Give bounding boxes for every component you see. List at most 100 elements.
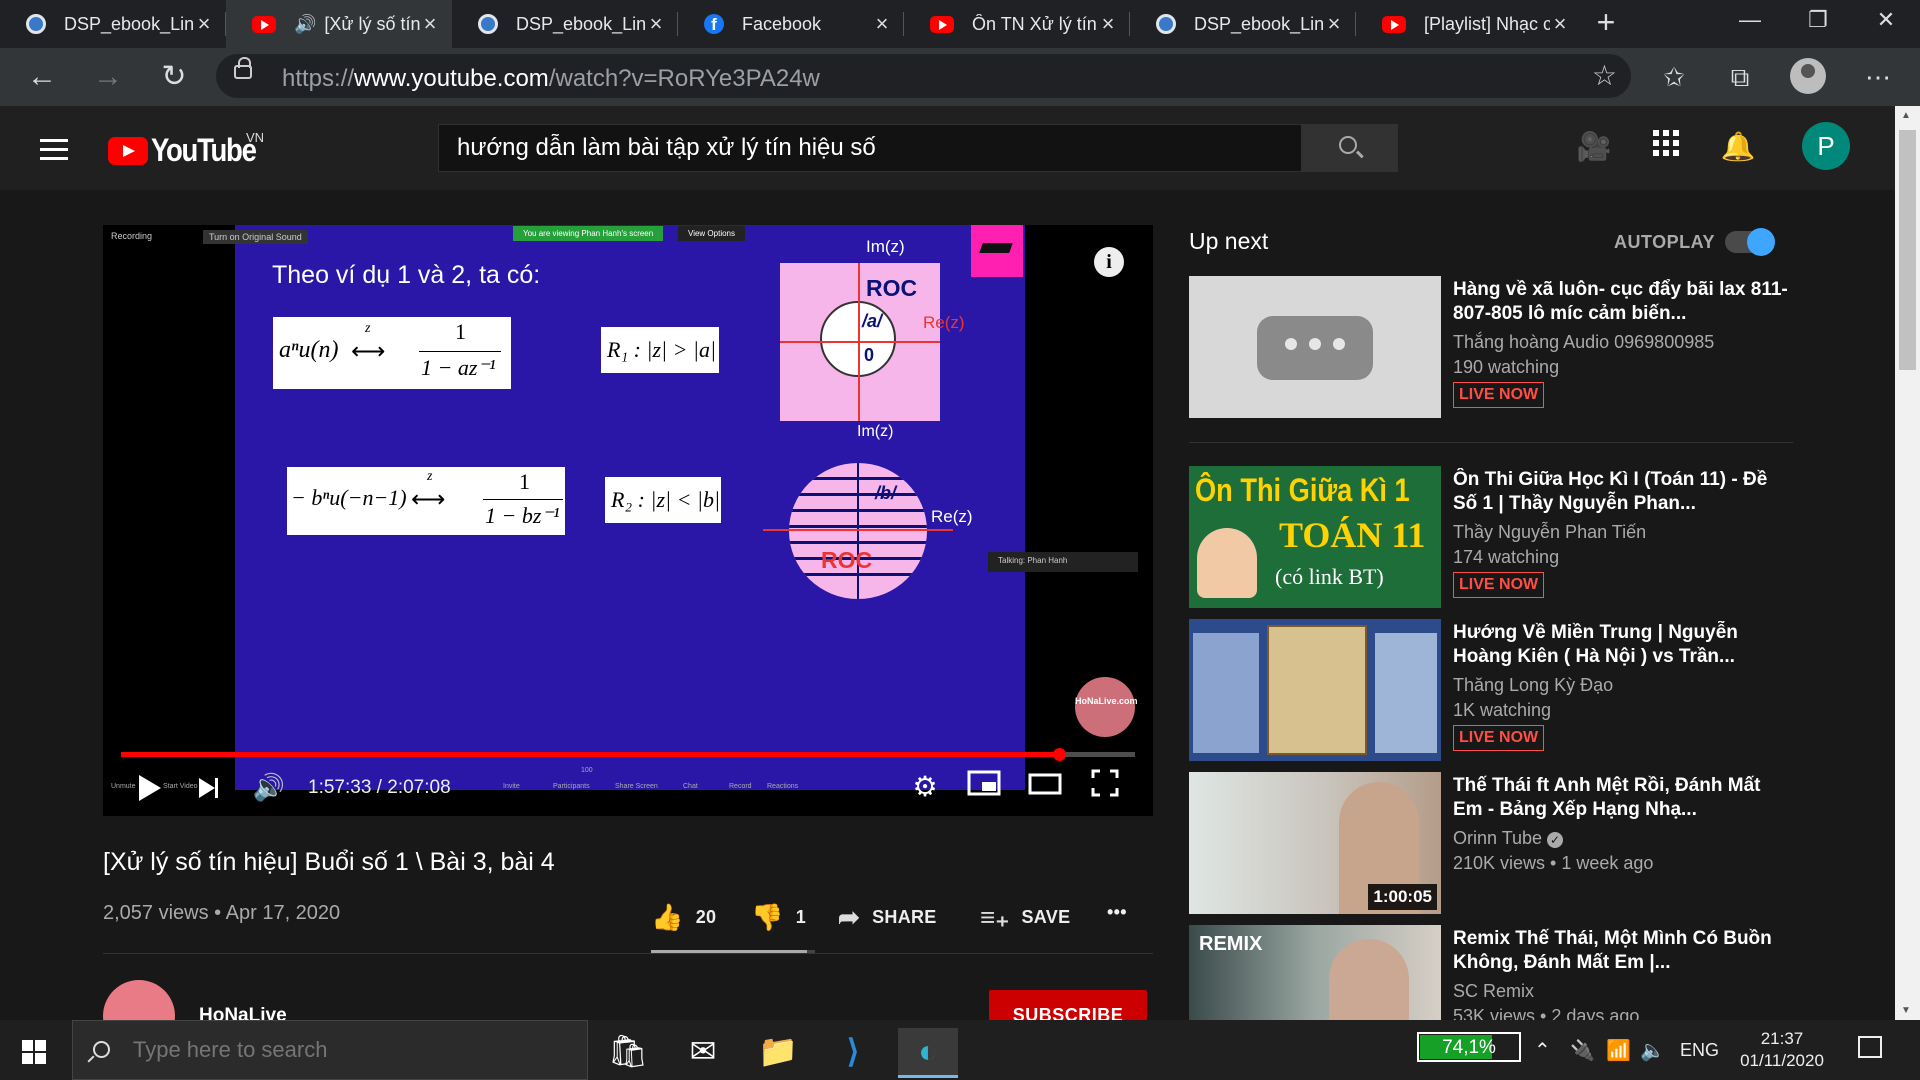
theater-mode-icon[interactable] [1027,769,1063,805]
settings-gear-icon[interactable]: ⚙ [907,769,943,805]
formula-lhs: − bⁿu(−n−1) [291,485,407,510]
tab-title: [Playlist] Nhạc chill [1424,13,1550,34]
close-icon[interactable]: × [646,11,666,37]
save-button[interactable]: ≡₊ SAVE [980,902,1070,933]
share-arrow-icon: ➦ [838,902,861,932]
language-indicator[interactable]: ENG [1680,1040,1719,1061]
scrubber-handle[interactable] [1052,748,1066,761]
scroll-down-arrow-icon[interactable]: ▼ [1901,1005,1911,1016]
scroll-up-arrow-icon[interactable]: ▲ [1901,110,1911,121]
action-center-icon[interactable] [1858,1036,1882,1058]
progress-bar[interactable] [121,748,1135,761]
channel-name[interactable]: SC Remix [1453,981,1793,1002]
zoom-footer-label: Unmute [111,783,136,790]
channel-name[interactable]: Thắng hoàng Audio 0969800985 [1453,332,1793,353]
url-text[interactable]: https://www.youtube.com/watch?v=RoRYe3PA… [282,65,820,93]
vscode-icon[interactable]: ⟩ [823,1028,883,1078]
video-thumbnail[interactable]: Ôn Thi Giữa Kì 1 TOÁN 11 (có link BT) [1189,466,1441,608]
play-icon[interactable] [139,775,161,801]
minimize-button[interactable]: — [1716,0,1784,44]
more-menu-icon[interactable]: ⋯ [1858,58,1898,98]
video-thumbnail[interactable] [1189,276,1441,418]
browser-profile-avatar[interactable] [1790,58,1826,94]
info-icon[interactable]: i [1094,247,1124,277]
browser-tab[interactable]: DSP_ebook_Link × [0,0,226,48]
page-scrollbar[interactable]: ▲ ▼ [1895,106,1920,1020]
account-avatar[interactable]: P [1802,122,1850,170]
video-title[interactable]: Hàng về xã luôn- cục đẩy bãi lax 811-807… [1453,278,1793,326]
recommended-video[interactable]: 1:00:05 Thế Thái ft Anh Mệt Rồi, Đánh Mấ… [1189,772,1799,914]
browser-tab[interactable]: Ôn TN Xử lý tín hiệu × [904,0,1130,48]
volume-icon[interactable]: 🔊 [251,769,287,805]
youtube-logo[interactable]: YouTube VN [108,130,273,169]
channel-watermark[interactable]: HoNaLive.com [1075,677,1138,737]
wifi-icon[interactable]: 📶 [1606,1038,1631,1063]
apps-grid-icon[interactable] [1648,130,1684,166]
next-video-icon[interactable] [199,778,218,798]
close-icon[interactable]: × [1550,11,1570,37]
search-input[interactable] [439,125,1301,171]
recording-indicator: Recording [111,231,153,241]
browser-tab[interactable]: [Playlist] Nhạc chill × [1356,0,1582,48]
menu-hamburger-icon[interactable] [40,139,68,166]
mail-icon[interactable]: ✉ [673,1028,733,1078]
favorite-star-icon[interactable]: ☆ [1592,59,1617,92]
more-actions-icon[interactable]: ••• [1107,902,1127,923]
miniplayer-icon[interactable] [966,769,1002,805]
recommended-video[interactable]: Hướng Về Miền Trung | Nguyễn Hoàng Kiên … [1189,619,1799,761]
close-icon[interactable]: × [872,11,892,37]
system-clock[interactable]: 21:37 01/11/2020 [1736,1028,1828,1072]
speaker-icon[interactable]: 🔊 [294,14,316,35]
restore-button[interactable]: ❐ [1784,0,1852,44]
autoplay-toggle[interactable] [1725,228,1775,256]
new-tab-button[interactable]: + [1582,0,1630,48]
fullscreen-icon[interactable] [1087,769,1123,805]
scrollbar-thumb[interactable] [1899,130,1916,370]
channel-name[interactable]: Thăng Long Kỳ Đạo [1453,675,1793,696]
browser-tab-active[interactable]: 🔊 [Xử lý số tín hiệu] Buổi số 1 × [226,0,452,48]
back-button[interactable]: ← [22,58,62,98]
favorites-icon[interactable]: ✩ [1654,58,1694,98]
create-video-icon[interactable]: 🎥 [1576,130,1612,166]
edge-doc-icon [26,14,46,34]
battery-indicator[interactable]: 74,1% [1417,1032,1521,1062]
zoom-footer-label: Record [729,783,752,790]
close-icon[interactable]: × [1324,11,1344,37]
close-icon[interactable]: × [420,11,440,37]
channel-name[interactable]: Orinn Tube ✓ [1453,828,1793,849]
video-player[interactable]: Recording Turn on Original Sound You are… [103,225,1153,816]
file-explorer-icon[interactable]: 📁 [748,1028,808,1078]
store-icon[interactable]: 🛍 [598,1028,658,1078]
close-window-button[interactable]: ✕ [1852,0,1920,44]
video-thumbnail[interactable]: 1:00:05 [1189,772,1441,914]
browser-tab[interactable]: DSP_ebook_Link × [452,0,678,48]
power-plug-icon[interactable]: 🔌 [1570,1038,1595,1063]
dislike-button[interactable]: 👎 1 [751,902,806,933]
recommended-video[interactable]: Hàng về xã luôn- cục đẩy bãi lax 811-807… [1189,276,1799,418]
video-title[interactable]: Ôn Thi Giữa Học Kì I (Toán 11) - Đề Số 1… [1453,468,1793,516]
windows-start-icon[interactable] [22,1040,46,1064]
address-bar[interactable]: https://www.youtube.com/watch?v=RoRYe3PA… [216,54,1631,98]
browser-tab[interactable]: f Facebook × [678,0,904,48]
video-title[interactable]: Remix Thế Thái, Một Mình Có Buồn Không, … [1453,927,1793,975]
like-button[interactable]: 👍 20 [651,902,716,933]
recommended-video[interactable]: Ôn Thi Giữa Kì 1 TOÁN 11 (có link BT) Ôn… [1189,466,1799,608]
chevron-up-icon[interactable]: ⌃ [1534,1038,1551,1063]
notifications-bell-icon[interactable]: 🔔 [1720,130,1756,166]
search-button[interactable] [1302,124,1398,172]
volume-tray-icon[interactable]: 🔈 [1640,1038,1665,1063]
channel-name[interactable]: Thầy Nguyễn Phan Tiến [1453,522,1793,543]
taskbar-search-input[interactable] [131,1035,571,1065]
refresh-button[interactable]: ↻ [154,58,194,98]
collections-icon[interactable]: ⧉ [1720,58,1760,98]
browser-tab[interactable]: DSP_ebook_Link × [1130,0,1356,48]
video-thumbnail[interactable] [1189,619,1441,761]
video-title[interactable]: Thế Thái ft Anh Mệt Rồi, Đánh Mất Em - B… [1453,774,1793,822]
taskbar-search[interactable] [72,1020,588,1080]
close-icon[interactable]: × [1098,11,1118,37]
forward-button[interactable]: → [88,58,128,98]
share-button[interactable]: ➦ SHARE [838,902,937,933]
close-icon[interactable]: × [194,11,214,37]
video-title[interactable]: Hướng Về Miền Trung | Nguyễn Hoàng Kiên … [1453,621,1793,669]
edge-browser-icon[interactable]: ◐ [898,1028,958,1078]
